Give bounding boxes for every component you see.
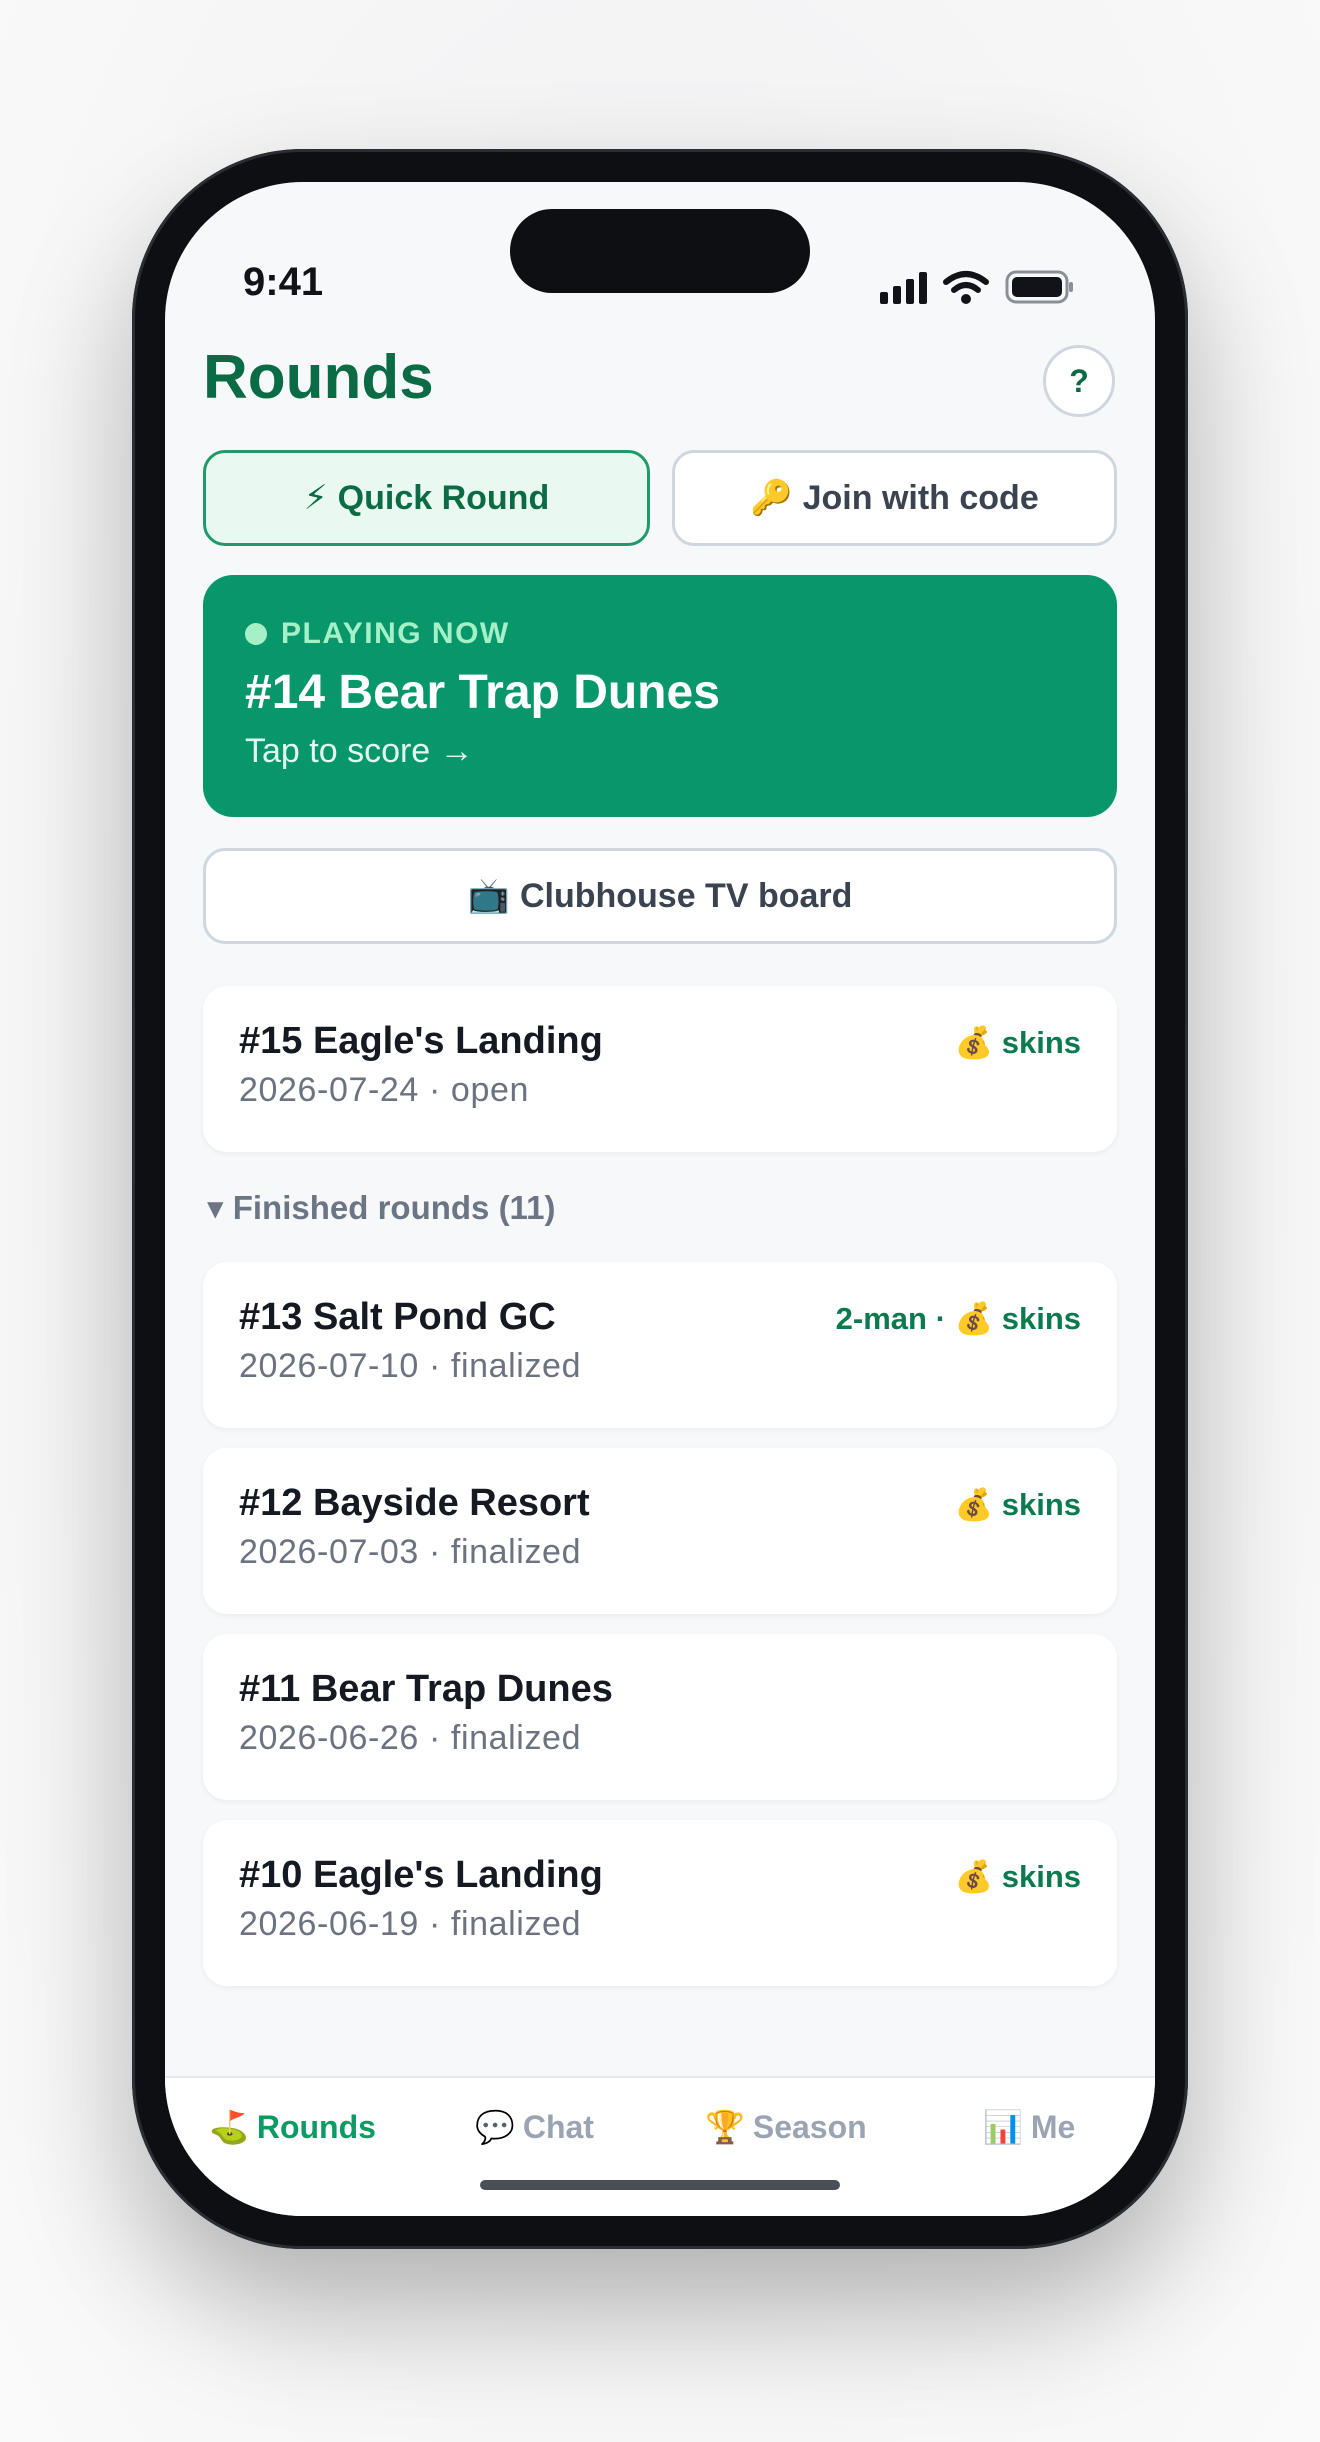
- page-title: Rounds: [203, 343, 434, 412]
- help-button[interactable]: ?: [1043, 345, 1115, 417]
- quick-round-label: Quick Round: [337, 478, 550, 517]
- round-tag: 💰 skins: [954, 1859, 1081, 1894]
- playing-now-title: #14 Bear Trap Dunes: [245, 666, 720, 719]
- bar-chart-icon: 📊: [983, 2109, 1023, 2145]
- playing-now-card[interactable]: PLAYING NOW #14 Bear Trap Dunes Tap to s…: [203, 575, 1117, 817]
- playing-now-badge: PLAYING NOW: [245, 617, 1075, 651]
- tab-label: Chat: [522, 2108, 594, 2145]
- tab-rounds[interactable]: ⛳ Rounds: [209, 2108, 376, 2146]
- status-icons: [880, 270, 1075, 304]
- round-meta: 2026-07-03 · finalized: [239, 1533, 582, 1571]
- round-meta: 2026-06-19 · finalized: [239, 1905, 582, 1943]
- round-meta: 2026-06-26 · finalized: [239, 1719, 582, 1757]
- round-card-finished[interactable]: #11 Bear Trap Dunes 2026-06-26 · finaliz…: [203, 1634, 1117, 1800]
- key-icon: 🔑: [750, 479, 793, 517]
- live-dot-icon: [245, 623, 267, 645]
- trophy-icon: 🏆: [705, 2109, 745, 2145]
- tap-to-score-link: Tap to score →: [245, 732, 474, 770]
- home-indicator[interactable]: [480, 2180, 840, 2190]
- round-tag: 💰 skins: [954, 1025, 1081, 1060]
- bottom-tab-bar: ⛳ Rounds 💬 Chat 🏆 Season 📊 Me: [165, 2076, 1155, 2216]
- wifi-icon: [943, 270, 989, 304]
- clubhouse-tv-board-label: Clubhouse TV board: [519, 876, 853, 915]
- dynamic-island: [510, 209, 810, 293]
- clubhouse-tv-board-button[interactable]: 📺 Clubhouse TV board: [203, 848, 1117, 944]
- status-time: 9:41: [243, 260, 324, 304]
- playing-now-label: PLAYING NOW: [281, 617, 510, 650]
- lightning-icon: ⚡: [303, 479, 328, 517]
- round-tag: 2-man · 💰 skins: [835, 1301, 1081, 1336]
- join-with-code-button[interactable]: 🔑 Join with code: [672, 450, 1117, 546]
- tab-season[interactable]: 🏆 Season: [705, 2108, 867, 2146]
- join-with-code-label: Join with code: [802, 478, 1039, 517]
- round-tag: 💰 skins: [954, 1487, 1081, 1522]
- round-card-finished[interactable]: #10 Eagle's Landing 2026-06-19 · finaliz…: [203, 1820, 1117, 1986]
- tab-label: Me: [1030, 2108, 1076, 2145]
- tab-me[interactable]: 📊 Me: [983, 2108, 1075, 2146]
- tab-chat[interactable]: 💬 Chat: [475, 2108, 594, 2146]
- tv-icon: 📺: [467, 877, 510, 915]
- app-screen: 9:41 Rounds ? ⚡ Quick Round 🔑 Join with …: [165, 182, 1155, 2216]
- round-card-finished[interactable]: #12 Bayside Resort 2026-07-03 · finalize…: [203, 1448, 1117, 1614]
- tab-label: Rounds: [256, 2108, 376, 2145]
- tab-label: Season: [752, 2108, 867, 2145]
- round-card-open[interactable]: #15 Eagle's Landing 2026-07-24 · open 💰 …: [203, 986, 1117, 1152]
- battery-icon: [1005, 270, 1075, 304]
- phone-frame: 9:41 Rounds ? ⚡ Quick Round 🔑 Join with …: [132, 149, 1188, 2249]
- round-meta: 2026-07-10 · finalized: [239, 1347, 582, 1385]
- round-card-finished[interactable]: #13 Salt Pond GC 2026-07-10 · finalized …: [203, 1262, 1117, 1428]
- round-name: #11 Bear Trap Dunes: [239, 1668, 613, 1710]
- cellular-signal-icon: [880, 272, 927, 304]
- quick-round-button[interactable]: ⚡ Quick Round: [203, 450, 650, 546]
- round-meta: 2026-07-24 · open: [239, 1071, 529, 1109]
- speech-bubble-icon: 💬: [475, 2109, 515, 2145]
- golf-flag-icon: ⛳: [209, 2109, 249, 2145]
- finished-rounds-toggle[interactable]: ▾ Finished rounds (11): [207, 1188, 555, 1227]
